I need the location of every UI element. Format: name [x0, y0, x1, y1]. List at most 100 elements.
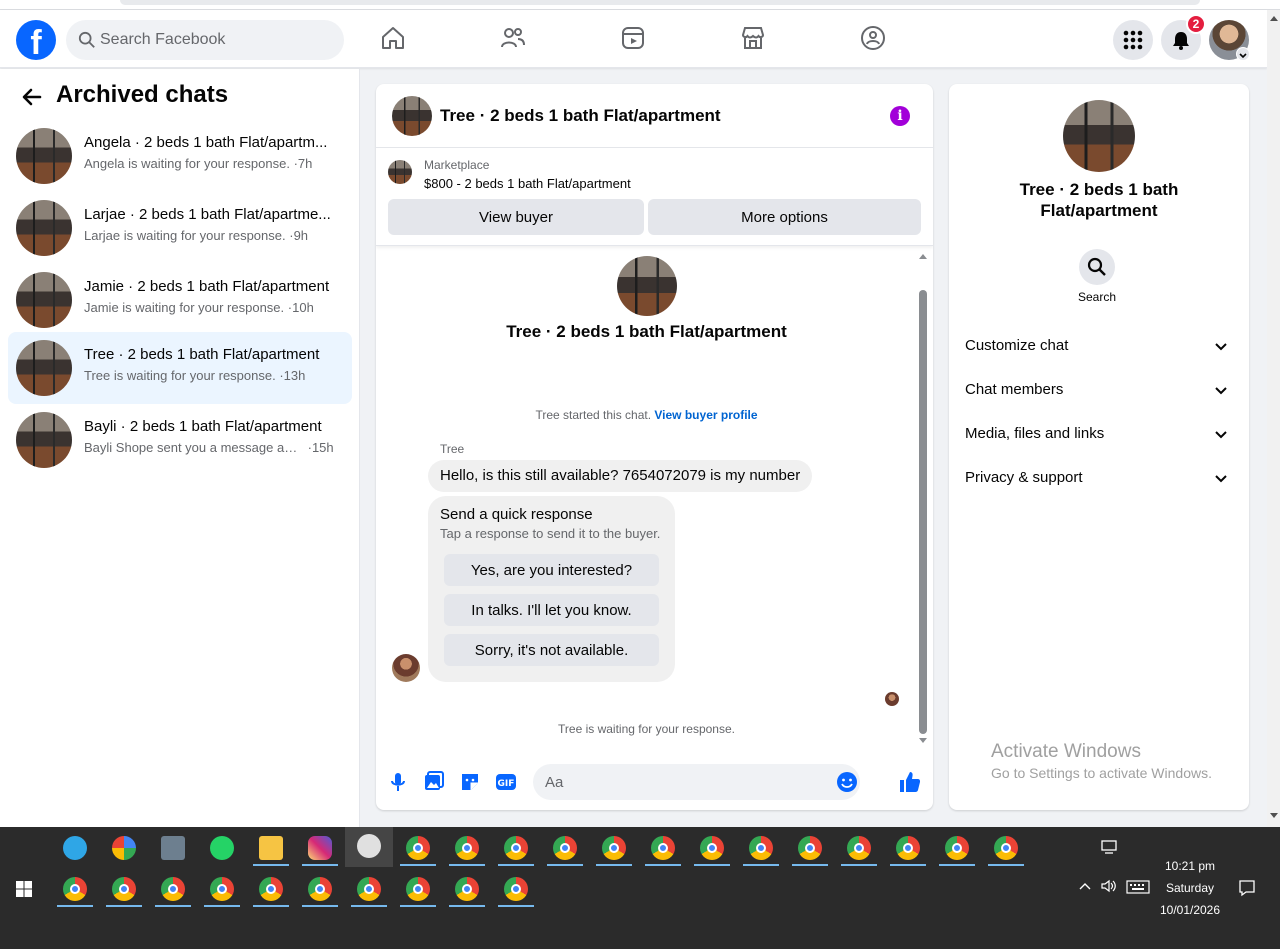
network-icon[interactable] [1101, 840, 1119, 856]
search-box[interactable] [66, 20, 344, 60]
chrome-icon[interactable] [398, 829, 438, 867]
menu-button[interactable] [1113, 20, 1153, 60]
chrome-icon[interactable] [202, 870, 242, 908]
chrome-icon[interactable] [496, 870, 536, 908]
message-input[interactable] [545, 764, 825, 800]
clock-day[interactable]: Saturday [1150, 881, 1230, 895]
read-receipt-avatar [885, 692, 899, 706]
quick-response-title: Send a quick response [440, 506, 593, 523]
chevron-down-icon[interactable] [1236, 47, 1250, 61]
chrome-icon[interactable] [545, 829, 585, 867]
home-icon[interactable] [379, 24, 407, 52]
chat-preview: Bayli Shope sent you a message abo... ·1… [84, 440, 334, 455]
chrome-icon[interactable] [55, 870, 95, 908]
section-privacy-support[interactable]: Privacy & support [957, 458, 1241, 498]
chat-list-item[interactable]: Jamie · 2 beds 1 bath Flat/apartment Jam… [8, 264, 352, 336]
volume-icon[interactable] [1100, 879, 1118, 893]
top-navigation: f 2 [0, 10, 1267, 68]
chrome-icon[interactable] [594, 829, 634, 867]
scroll-up-icon[interactable] [919, 254, 927, 259]
notification-center-icon[interactable] [1238, 879, 1256, 897]
search-in-chat-button[interactable] [1079, 249, 1115, 285]
microphone-icon[interactable] [386, 770, 410, 794]
facebook-logo-icon[interactable]: f [16, 20, 56, 60]
scroll-down-icon[interactable] [919, 738, 927, 743]
thread-scrollbar[interactable] [917, 254, 929, 743]
chrome-icon[interactable] [888, 829, 928, 867]
taskbar-app-icon[interactable] [55, 829, 95, 867]
back-arrow-icon[interactable] [20, 85, 44, 109]
scroll-up-icon[interactable] [1270, 16, 1278, 21]
more-options-button[interactable]: More options [648, 199, 921, 235]
whatsapp-icon[interactable] [202, 829, 242, 867]
chrome-icon[interactable] [937, 829, 977, 867]
keyboard-icon[interactable] [1126, 880, 1150, 894]
marketplace-icon[interactable] [739, 24, 767, 52]
search-input[interactable] [100, 20, 330, 60]
emoji-icon[interactable] [835, 770, 859, 794]
gif-icon[interactable]: GIF [494, 770, 518, 794]
chat-list-panel: Archived chats Angela · 2 beds 1 bath Fl… [0, 69, 360, 827]
view-buyer-profile-link[interactable]: View buyer profile [654, 408, 757, 422]
chrome-icon[interactable] [398, 870, 438, 908]
message-bubble[interactable]: Hello, is this still available? 76540720… [428, 460, 813, 492]
friends-icon[interactable] [499, 24, 527, 52]
message-sender: Tree [440, 442, 465, 456]
chat-preview: Jamie is waiting for your response. ·10h [84, 300, 314, 315]
sticker-icon[interactable] [458, 770, 482, 794]
chrome-icon[interactable] [447, 829, 487, 867]
thread-title: Tree · 2 beds 1 bath Flat/apartment [506, 322, 787, 341]
section-media-files-links[interactable]: Media, files and links [957, 414, 1241, 454]
chevron-up-icon[interactable] [1078, 881, 1092, 891]
svg-text:GIF: GIF [498, 779, 515, 789]
chrome-icon[interactable] [153, 870, 193, 908]
chrome-icon[interactable] [986, 829, 1026, 867]
calculator-icon[interactable] [153, 829, 193, 867]
chrome-icon[interactable] [251, 870, 291, 908]
page-scrollbar[interactable] [1267, 10, 1280, 827]
chrome-icon[interactable] [447, 870, 487, 908]
chrome-icon[interactable] [349, 870, 389, 908]
view-buyer-button[interactable]: View buyer [388, 199, 644, 235]
quick-reply-button[interactable]: Sorry, it's not available. [444, 634, 659, 666]
groups-icon[interactable] [859, 24, 887, 52]
like-icon[interactable] [898, 770, 922, 794]
quick-reply-button[interactable]: Yes, are you interested? [444, 554, 659, 586]
scrollbar-thumb[interactable] [919, 290, 927, 734]
section-chat-members[interactable]: Chat members [957, 370, 1241, 410]
chrome-icon[interactable] [839, 829, 879, 867]
info-icon[interactable]: i [890, 106, 910, 126]
windows-start-icon[interactable] [16, 881, 32, 897]
chrome-icon[interactable] [496, 829, 536, 867]
chat-name: Tree · 2 beds 1 bath Flat/apartment [84, 346, 320, 363]
chrome-icon[interactable] [692, 829, 732, 867]
listing-thumbnail[interactable] [388, 160, 412, 184]
taskbar-app-icon[interactable] [104, 829, 144, 867]
chat-list-item[interactable]: Bayli · 2 beds 1 bath Flat/apartment Bay… [8, 404, 352, 476]
message-input-box[interactable] [533, 764, 860, 800]
browser-address-bar[interactable] [120, 0, 1200, 5]
instagram-icon[interactable] [300, 829, 340, 867]
quick-reply-button[interactable]: In talks. I'll let you know. [444, 594, 659, 626]
notification-badge: 2 [1186, 14, 1206, 34]
chat-list-item[interactable]: Angela · 2 beds 1 bath Flat/apartm... An… [8, 120, 352, 192]
file-explorer-icon[interactable] [251, 829, 291, 867]
chrome-icon[interactable] [643, 829, 683, 867]
chat-list-item[interactable]: Larjae · 2 beds 1 bath Flat/apartme... L… [8, 192, 352, 264]
chrome-icon[interactable] [104, 870, 144, 908]
chat-name: Bayli · 2 beds 1 bath Flat/apartment [84, 418, 322, 435]
conversation-avatar[interactable] [392, 96, 432, 136]
clock-time[interactable]: 10:21 pm [1150, 859, 1230, 873]
conversation-title[interactable]: Tree · 2 beds 1 bath Flat/apartment [440, 106, 721, 126]
taskbar-app-icon-active[interactable] [345, 827, 393, 867]
section-customize-chat[interactable]: Customize chat [957, 326, 1241, 366]
scroll-down-icon[interactable] [1270, 813, 1278, 818]
chrome-icon[interactable] [300, 870, 340, 908]
photo-icon[interactable] [422, 770, 446, 794]
chat-list-item-active[interactable]: Tree · 2 beds 1 bath Flat/apartment Tree… [8, 332, 352, 404]
listing-title[interactable]: $800 - 2 beds 1 bath Flat/apartment [424, 176, 631, 191]
video-icon[interactable] [619, 24, 647, 52]
clock-date[interactable]: 10/01/2026 [1150, 903, 1230, 917]
chrome-icon[interactable] [741, 829, 781, 867]
chrome-icon[interactable] [790, 829, 830, 867]
